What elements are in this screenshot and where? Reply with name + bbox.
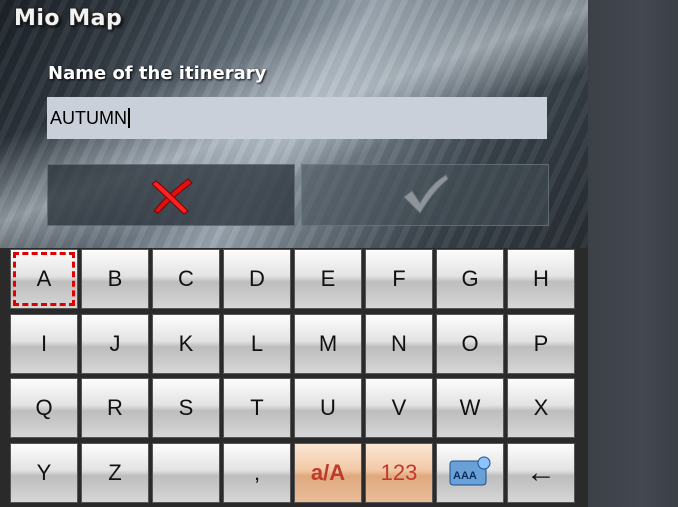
key-label: S [178, 395, 194, 420]
key-label: C [178, 266, 194, 291]
key-h[interactable]: H [507, 249, 575, 309]
key-label: J [109, 330, 121, 356]
key-p[interactable]: P [507, 313, 575, 374]
backspace-key[interactable]: ← [507, 442, 575, 503]
key-m[interactable]: M [294, 313, 362, 374]
key-label: I [40, 330, 48, 356]
aaa-icon-glyph: AAA [453, 470, 477, 482]
key-label: P [533, 330, 549, 356]
key-label: R [107, 395, 123, 420]
key-z[interactable]: Z [81, 442, 149, 503]
key-a[interactable]: A [10, 249, 78, 309]
checkmark-icon [403, 174, 449, 214]
key-n[interactable]: N [365, 313, 433, 374]
key-label: A [36, 266, 52, 291]
key-label: V [391, 395, 407, 420]
key-label: E [320, 266, 336, 291]
itinerary-name-input[interactable]: AUTUMN [47, 97, 547, 139]
key-x[interactable]: X [507, 378, 575, 438]
cancel-button[interactable] [47, 164, 295, 226]
text-caret [128, 108, 130, 128]
key-f[interactable]: F [365, 249, 433, 309]
red-x-icon [151, 178, 193, 215]
key-k[interactable]: K [152, 313, 220, 374]
key-r[interactable]: R [81, 378, 149, 438]
key-j[interactable]: J [81, 313, 149, 374]
device-screen: Mio Map Name of the itinerary AUTUMN A B C… [0, 0, 588, 507]
key-label: B [107, 266, 123, 291]
key-label: Y [36, 459, 52, 485]
key-t[interactable]: T [223, 378, 291, 438]
key-q[interactable]: Q [10, 378, 78, 438]
aaa-keyboard-layout-icon: AAA [449, 456, 491, 485]
key-v[interactable]: V [365, 378, 433, 438]
side-panel [588, 0, 678, 507]
key-label: K [178, 330, 194, 356]
key-w[interactable]: W [436, 378, 504, 438]
key-comma[interactable]: , [223, 442, 291, 503]
key-y[interactable]: Y [10, 442, 78, 503]
key-label: Z [108, 459, 122, 485]
key-label: F [392, 266, 406, 291]
key-i[interactable]: I [10, 313, 78, 374]
key-label: M [318, 330, 338, 356]
keyboard-layout-key[interactable]: AAA [436, 442, 504, 503]
key-label: , [253, 459, 261, 485]
app-title: Mio Map [14, 6, 123, 31]
key-c[interactable]: C [152, 249, 220, 309]
key-label: H [533, 266, 549, 291]
confirm-button[interactable] [301, 164, 549, 226]
key-g[interactable]: G [436, 249, 504, 309]
space-key[interactable] [152, 442, 220, 503]
key-label: X [533, 395, 549, 420]
key-o[interactable]: O [436, 313, 504, 374]
key-e[interactable]: E [294, 249, 362, 309]
on-screen-keyboard: A B C D E F G H I J K L M N O P Q R S T U V W X Y Z, a/A 123 AAA ← [0, 248, 588, 507]
key-label: G [461, 266, 479, 291]
key-label: Q [35, 395, 53, 420]
left-arrow-icon: ← [526, 455, 556, 489]
case-toggle-label: a/A [310, 459, 346, 485]
key-label: N [391, 330, 407, 356]
key-d[interactable]: D [223, 249, 291, 309]
key-b[interactable]: B [81, 249, 149, 309]
key-label: U [320, 395, 336, 420]
key-label: L [250, 330, 264, 356]
numeric-mode-label: 123 [380, 459, 418, 485]
itinerary-name-label: Name of the itinerary [48, 63, 267, 84]
key-u[interactable]: U [294, 378, 362, 438]
key-label: D [249, 266, 265, 291]
key-label: O [461, 330, 479, 356]
key-l[interactable]: L [223, 313, 291, 374]
itinerary-name-value: AUTUMN [50, 108, 130, 129]
key-s[interactable]: S [152, 378, 220, 438]
key-label: T [250, 395, 264, 420]
numeric-mode-key[interactable]: 123 [365, 442, 433, 503]
key-label: W [459, 395, 481, 420]
case-toggle-key[interactable]: a/A [294, 442, 362, 503]
